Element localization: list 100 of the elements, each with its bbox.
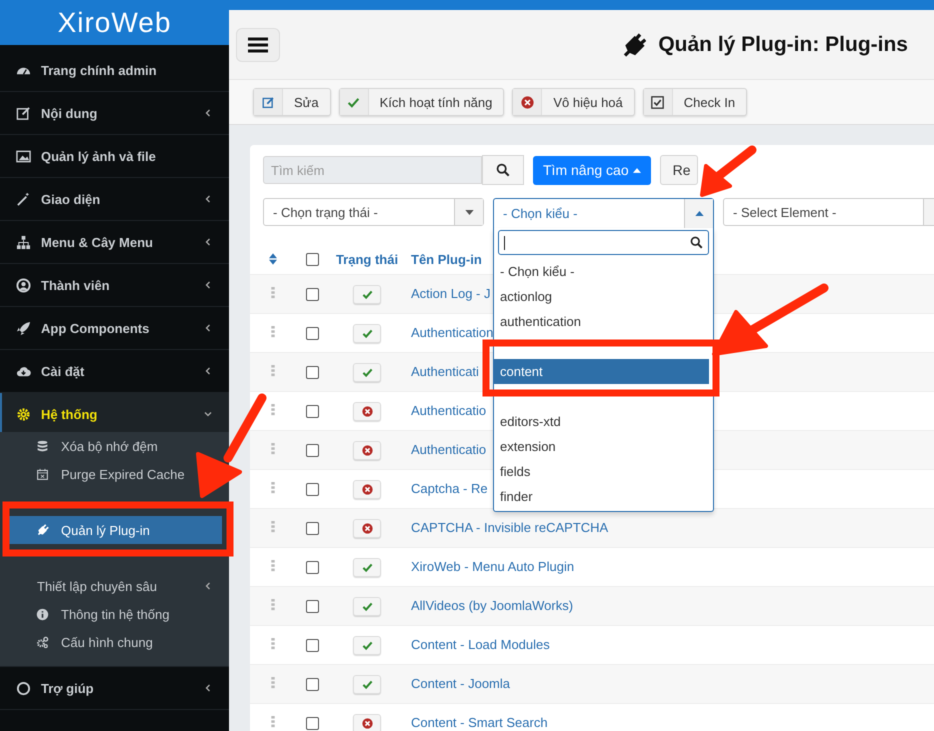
check-icon: [347, 96, 360, 108]
drag-handle-icon[interactable]: [271, 287, 275, 299]
status-toggle-button[interactable]: [353, 440, 381, 460]
plugin-name-link[interactable]: Authenticati: [411, 364, 479, 379]
drag-handle-icon[interactable]: [271, 716, 275, 728]
chevron-icon: [203, 237, 213, 247]
submenu-item[interactable]: Thiết lập chuyên sâu: [0, 572, 229, 600]
check-icon: [362, 562, 372, 572]
plugin-name-link[interactable]: AllVideos (by JoomlaWorks): [411, 598, 574, 613]
sidebar-item[interactable]: Menu & Cây Menu: [0, 221, 229, 264]
drag-handle-icon[interactable]: [271, 482, 275, 494]
check-icon: [362, 328, 372, 338]
dropdown-search-field[interactable]: [498, 230, 709, 255]
dropdown-option[interactable]: extension: [494, 434, 709, 459]
row-checkbox[interactable]: [306, 678, 318, 690]
dropdown-option[interactable]: finder: [494, 484, 709, 509]
toolbar-button[interactable]: Check In: [642, 88, 748, 116]
status-select[interactable]: - Chọn trạng thái -: [263, 198, 484, 226]
status-toggle-button[interactable]: [353, 362, 381, 382]
submenu-item[interactable]: Thông tin hệ thống: [0, 600, 189, 628]
image-icon: [16, 148, 31, 164]
row-checkbox[interactable]: [306, 444, 318, 456]
row-checkbox[interactable]: [306, 522, 318, 534]
menu-button[interactable]: [236, 28, 280, 62]
drag-handle-icon[interactable]: [271, 521, 275, 533]
drag-handle-icon[interactable]: [271, 326, 275, 338]
dropdown-option[interactable]: content: [494, 359, 709, 384]
plugin-name-link[interactable]: Content - Load Modules: [411, 637, 550, 652]
row-checkbox[interactable]: [306, 716, 318, 730]
row-checkbox[interactable]: [306, 404, 318, 418]
sidebar-item[interactable]: Trợ giúp: [0, 667, 229, 710]
status-toggle-button[interactable]: [353, 714, 381, 731]
sidebar-item[interactable]: Giao diện: [0, 178, 229, 221]
dropdown-option[interactable]: actionlog: [494, 284, 709, 309]
drag-handle-icon[interactable]: [271, 677, 275, 689]
plugin-name-link[interactable]: Authentication: [411, 325, 494, 340]
submenu-item[interactable]: Cấu hình chung: [0, 628, 189, 656]
drag-handle-icon[interactable]: [271, 560, 275, 572]
plugin-name-link[interactable]: Captcha - Re: [411, 481, 488, 496]
status-toggle-button[interactable]: [353, 324, 381, 342]
submenu-item[interactable]: Purge Expired Cache: [0, 460, 189, 488]
status-toggle-button[interactable]: [353, 480, 381, 498]
row-checkbox[interactable]: [306, 638, 318, 652]
status-toggle-button[interactable]: [353, 674, 381, 694]
advanced-search-button[interactable]: Tìm nâng cao: [533, 156, 651, 184]
plugin-name-link[interactable]: XiroWeb - Menu Auto Plugin: [411, 559, 574, 574]
row-checkbox[interactable]: [306, 288, 318, 300]
drag-handle-icon[interactable]: [271, 443, 275, 455]
row-checkbox[interactable]: [306, 560, 318, 574]
status-toggle-button[interactable]: [353, 558, 381, 576]
column-header[interactable]: Trạng thái: [328, 252, 406, 266]
cancel-icon: [362, 406, 372, 416]
status-toggle-button[interactable]: [353, 518, 381, 538]
toolbar-button[interactable]: Sửa: [253, 88, 331, 116]
caret-icon: [464, 210, 474, 214]
drag-handle-icon[interactable]: [271, 599, 275, 611]
status-toggle-button[interactable]: [353, 596, 381, 616]
menu-icon: [248, 36, 268, 52]
check-icon: [362, 288, 372, 300]
plugin-name-link[interactable]: Authenticatio: [411, 442, 486, 457]
calendar-icon: [36, 468, 49, 480]
cancel-icon: [362, 718, 372, 728]
dropdown-option[interactable]: fields: [494, 459, 709, 484]
dropdown-option[interactable]: authentication: [494, 309, 709, 334]
sidebar-item[interactable]: Thành viên: [0, 264, 229, 307]
chevron-icon: [203, 108, 213, 118]
search-button[interactable]: [482, 155, 524, 185]
sidebar-item[interactable]: Nội dung: [0, 92, 229, 135]
row-checkbox[interactable]: [306, 600, 318, 612]
page-title: Quản lý Plug-in: Plug-ins: [658, 32, 908, 56]
element-select[interactable]: - Select Element -: [723, 198, 934, 226]
status-toggle-button[interactable]: [353, 284, 381, 304]
chevron-icon: [203, 194, 213, 204]
toolbar-button[interactable]: Kích hoạt tính năng: [338, 88, 504, 116]
sidebar-item[interactable]: App Components: [0, 307, 229, 350]
row-checkbox[interactable]: [306, 482, 318, 496]
logo[interactable]: XiroWeb: [58, 6, 172, 38]
plugin-name-link[interactable]: Content - Joomla: [411, 676, 510, 691]
plugin-name-link[interactable]: Action Log - J: [411, 286, 490, 301]
status-toggle-button[interactable]: [353, 402, 381, 420]
status-toggle-button[interactable]: [353, 636, 381, 654]
search-field[interactable]: Tìm kiếm: [263, 156, 482, 184]
caret-icon: [694, 211, 704, 216]
reset-button[interactable]: Re: [660, 155, 698, 185]
sort-icon[interactable]: [269, 253, 277, 265]
select-all-checkbox[interactable]: [306, 252, 318, 266]
toolbar-button[interactable]: Vô hiệu hoá: [512, 88, 635, 116]
edit-icon: [262, 96, 274, 108]
dropdown-option[interactable]: editors-xtd: [494, 409, 709, 434]
drag-handle-icon[interactable]: [271, 404, 275, 416]
plugin-name-link[interactable]: CAPTCHA - Invisible reCAPTCHA: [411, 520, 608, 535]
drag-handle-icon[interactable]: [271, 365, 275, 377]
row-checkbox[interactable]: [306, 366, 318, 378]
sidebar-item[interactable]: Quản lý ảnh và file: [0, 135, 229, 178]
type-select[interactable]: - Chọn kiểu -: [493, 198, 714, 228]
row-checkbox[interactable]: [306, 326, 318, 340]
plugin-name-link[interactable]: Authenticatio: [411, 403, 486, 418]
chevron-icon: [203, 323, 213, 333]
plugin-name-link[interactable]: Content - Smart Search: [411, 715, 548, 730]
drag-handle-icon[interactable]: [271, 638, 275, 650]
